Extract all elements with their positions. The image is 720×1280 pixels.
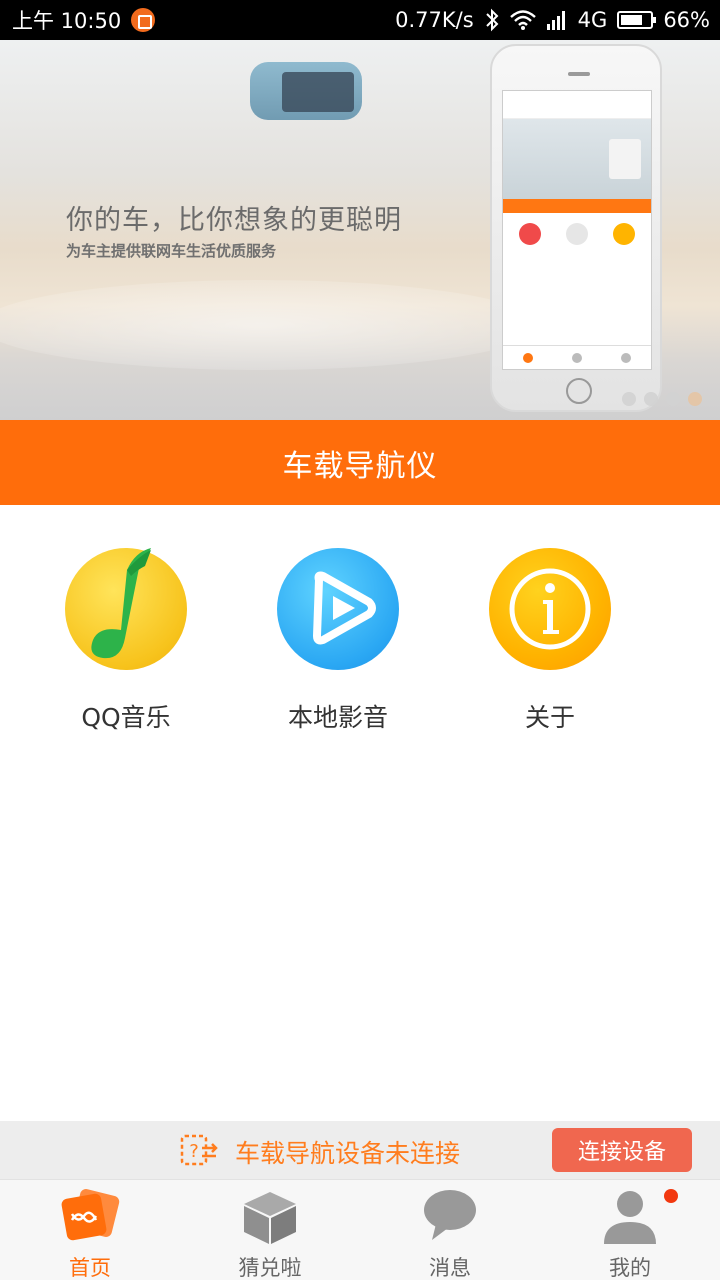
dashboard-image bbox=[0, 280, 540, 370]
promo-banner[interactable]: 你的车，比你想象的更聪明 为车主提供联网车生活优质服务 bbox=[0, 40, 720, 420]
status-right: 0.77K/s 4G 66% bbox=[395, 8, 710, 32]
phone-screen-orange-bar bbox=[503, 199, 651, 213]
section-title: 车载导航仪 bbox=[282, 448, 438, 484]
qq-music-icon bbox=[65, 548, 187, 670]
mini-app-icon bbox=[612, 223, 635, 245]
phone-screen-icons bbox=[503, 213, 651, 255]
notification-icon bbox=[131, 8, 156, 32]
tab-mine[interactable]: 我的 bbox=[540, 1180, 720, 1280]
mirror-screen-image bbox=[282, 72, 354, 112]
connection-status-text: 车载导航设备未连接 bbox=[235, 1139, 461, 1168]
notification-badge bbox=[664, 1189, 678, 1203]
tab-label: 首页 bbox=[69, 1256, 111, 1280]
status-battery: 66% bbox=[663, 8, 710, 32]
info-glyph bbox=[509, 568, 591, 650]
chat-bubble-icon bbox=[424, 1190, 476, 1240]
banner-title: 你的车，比你想象的更聪明 bbox=[66, 205, 402, 236]
tab-home[interactable]: 首页 bbox=[0, 1180, 180, 1280]
status-time: 上午 10:50 bbox=[12, 9, 122, 33]
person-icon bbox=[604, 1191, 656, 1244]
app-label: 本地影音 bbox=[287, 703, 388, 732]
phone-screen-banner bbox=[503, 119, 651, 199]
app-about[interactable]: 关于 bbox=[460, 548, 640, 734]
connect-device-button[interactable]: 连接设备 bbox=[552, 1128, 692, 1172]
status-network: 4G bbox=[577, 8, 608, 32]
phone-mockup-image bbox=[490, 44, 662, 412]
tab-label: 消息 bbox=[429, 1256, 471, 1280]
mini-tab-icon bbox=[522, 352, 533, 363]
bottom-tab-bar: 首页 猜兑啦 消息 我的 bbox=[0, 1179, 720, 1280]
banner-subtitle: 为车主提供联网车生活优质服务 bbox=[66, 242, 277, 260]
about-info-icon bbox=[489, 548, 611, 670]
mini-app-icon bbox=[565, 223, 588, 245]
status-net-speed: 0.77K/s bbox=[395, 8, 474, 32]
mini-tab-icon bbox=[571, 352, 582, 363]
box-icon bbox=[244, 1192, 296, 1244]
battery-icon bbox=[617, 11, 657, 29]
carousel-indicator bbox=[622, 392, 702, 406]
app-label: QQ音乐 bbox=[81, 703, 171, 732]
device-disconnected-icon: ? bbox=[180, 1134, 218, 1166]
signal-icon bbox=[546, 11, 565, 30]
status-left: 上午 10:50 bbox=[12, 5, 156, 35]
app-local-video[interactable]: 本地影音 bbox=[248, 548, 428, 734]
mini-tab-icon bbox=[621, 352, 632, 363]
svg-text:?: ? bbox=[189, 1141, 199, 1162]
app-qq-music[interactable]: QQ音乐 bbox=[36, 548, 216, 734]
bluetooth-icon bbox=[485, 8, 499, 32]
home-icon bbox=[61, 1189, 120, 1241]
phone-home-button bbox=[566, 378, 592, 404]
carousel-dot[interactable] bbox=[666, 392, 680, 406]
section-title-bar: 车载导航仪 bbox=[0, 420, 720, 505]
music-note-glyph bbox=[91, 548, 151, 659]
connection-notice-bar: ? 车载导航设备未连接 连接设备 bbox=[0, 1121, 720, 1179]
app-label: 关于 bbox=[524, 703, 575, 732]
phone-speaker bbox=[568, 72, 590, 76]
local-video-icon bbox=[277, 548, 399, 670]
tab-label: 我的 bbox=[609, 1256, 651, 1280]
phone-screen-tabbar bbox=[503, 345, 651, 369]
tab-messages[interactable]: 消息 bbox=[360, 1180, 540, 1280]
mini-app-icon bbox=[519, 223, 542, 245]
tab-label: 猜兑啦 bbox=[238, 1256, 302, 1280]
carousel-dot[interactable] bbox=[644, 392, 658, 406]
tab-guess[interactable]: 猜兑啦 bbox=[180, 1180, 360, 1280]
phone-screen bbox=[502, 90, 652, 370]
carousel-dot[interactable] bbox=[622, 392, 636, 406]
status-bar: 上午 10:50 0.77K/s 4G 66% bbox=[0, 0, 720, 40]
play-glyph bbox=[313, 571, 376, 645]
wifi-icon bbox=[509, 10, 536, 30]
phone-screen-header bbox=[503, 91, 651, 119]
carousel-dot-active[interactable] bbox=[688, 392, 702, 406]
